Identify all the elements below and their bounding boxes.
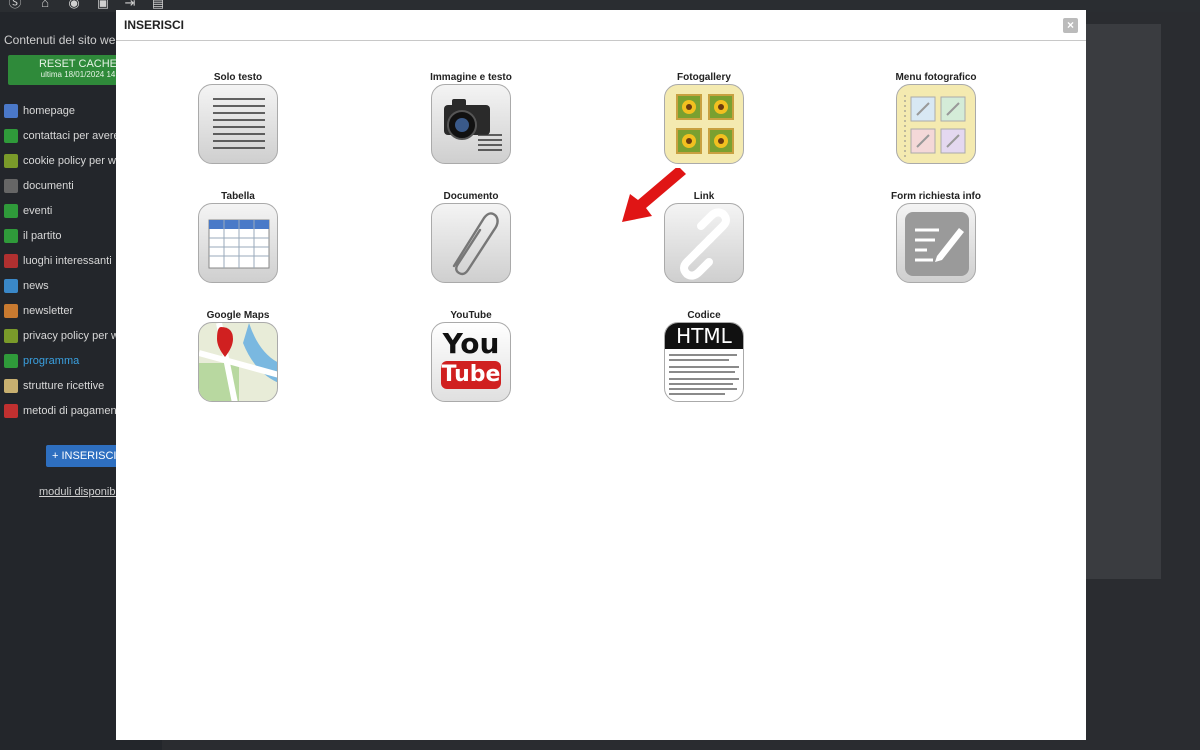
insert-button[interactable]: + INSERISCI [46, 445, 126, 467]
calendar-icon [4, 203, 18, 218]
login-icon[interactable]: ⇥ [123, 0, 137, 10]
tile-label: Fotogallery [677, 72, 731, 83]
form-icon [896, 203, 976, 283]
code-icon: HTML [664, 322, 744, 402]
sidebar-item-label: programma [23, 354, 80, 367]
sidebar-item-label: strutture ricettive [23, 379, 105, 392]
tile-tabella[interactable]: Tabella [178, 191, 298, 291]
text-lines-icon [198, 84, 278, 164]
eye-icon[interactable]: ◉ [67, 0, 81, 10]
tile-codice[interactable]: Codice HTML [644, 310, 764, 410]
tile-fotogallery[interactable]: Fotogallery [644, 72, 764, 172]
tile-label: Documento [443, 191, 499, 202]
newsletter-icon [4, 303, 18, 318]
page-icon [4, 353, 18, 368]
sidebar-item-label: news [23, 279, 49, 292]
tile-label: YouTube [450, 310, 492, 321]
tile-label: Codice [687, 310, 721, 321]
youtube-icon: You Tube [431, 322, 511, 402]
tile-youtube[interactable]: YouTube You Tube [411, 310, 531, 410]
home-icon [4, 103, 18, 118]
tile-menu-fotografico[interactable]: Menu fotografico [876, 72, 996, 172]
sidebar-item-label: newsletter [23, 304, 74, 317]
sidebar-item-label: privacy policy per w [23, 329, 119, 342]
news-icon [4, 278, 18, 293]
page-icon[interactable]: ▤ [151, 0, 165, 10]
tile-label: Form richiesta info [890, 191, 981, 202]
tile-label: Menu fotografico [895, 72, 977, 83]
tile-documento[interactable]: Documento [411, 191, 531, 291]
tile-label: Tabella [221, 191, 255, 202]
youtube-tube-text: Tube [441, 361, 501, 389]
insert-modal: INSERISCI × Solo testo Immagine e testo [116, 10, 1086, 740]
table-icon [198, 203, 278, 283]
tile-google-maps[interactable]: Google Maps [178, 310, 298, 410]
moduli-link[interactable]: moduli disponibi [39, 486, 118, 498]
sidebar-item-label: cookie policy per ww [23, 154, 124, 167]
sidebar-title: Contenuti del sito web [4, 33, 123, 47]
hotel-icon [4, 378, 18, 393]
tile-form-richiesta-info[interactable]: Form richiesta info [876, 191, 996, 291]
red-arrow-icon [622, 168, 686, 222]
modal-header: INSERISCI × [116, 10, 1086, 41]
close-icon[interactable]: × [1063, 18, 1078, 33]
payment-icon [4, 403, 18, 418]
sidebar-item-label: documenti [23, 179, 74, 192]
folder-icon [4, 178, 18, 193]
sidebar-item-label: luoghi interessanti [23, 254, 112, 267]
map-icon [198, 322, 278, 402]
photo-menu-icon [896, 84, 976, 164]
page-icon [4, 228, 18, 243]
logo-icon[interactable]: Ⓢ [8, 0, 22, 10]
tile-solo-testo[interactable]: Solo testo [178, 72, 298, 172]
tile-immagine-e-testo[interactable]: Immagine e testo [411, 72, 531, 172]
right-panel-background [1086, 24, 1161, 579]
user-icon[interactable]: ▣ [96, 0, 110, 10]
tile-label: Google Maps [206, 310, 270, 321]
photo-gallery-icon [664, 84, 744, 164]
html-text: HTML [665, 323, 743, 349]
modal-title: INSERISCI [124, 18, 185, 32]
sidebar-item-label: eventi [23, 204, 53, 217]
sidebar-item-label: homepage [23, 104, 75, 117]
sidebar-item-label: metodi di pagament [23, 404, 120, 417]
paperclip-icon [431, 203, 511, 283]
tile-label: Immagine e testo [430, 72, 512, 83]
sidebar-item-label: il partito [23, 229, 62, 242]
page-icon [4, 328, 18, 343]
home-icon[interactable]: ⌂ [38, 0, 52, 10]
page-icon [4, 128, 18, 143]
map-pin-icon [4, 253, 18, 268]
page-icon [4, 153, 18, 168]
tile-label: Solo testo [213, 72, 263, 83]
camera-icon [431, 84, 511, 164]
sidebar-item-label: contattaci per avere [23, 129, 120, 142]
youtube-you-text: You [442, 327, 500, 360]
